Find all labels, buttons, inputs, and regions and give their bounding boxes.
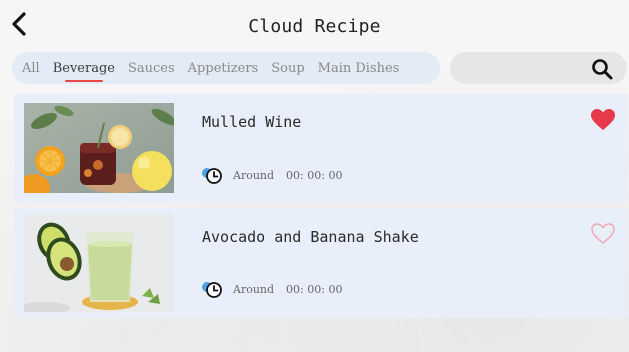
- heart-filled-icon[interactable]: [590, 108, 616, 132]
- tab-sauces[interactable]: Sauces: [128, 61, 175, 76]
- time-value: 00: 00: 00: [286, 168, 343, 182]
- recipe-card[interactable]: Mulled Wine Around 00: 00: 00: [14, 94, 628, 202]
- heart-outline-icon[interactable]: [590, 222, 616, 246]
- tab-soup[interactable]: Soup: [271, 61, 304, 76]
- top-bar: Cloud Recipe: [0, 0, 629, 52]
- tab-all[interactable]: All: [22, 61, 40, 76]
- cook-time: Around 00: 00: 00: [200, 166, 342, 184]
- search-box: [450, 52, 627, 84]
- recipe-name: Avocado and Banana Shake: [202, 228, 419, 246]
- search-input[interactable]: [464, 58, 584, 78]
- tab-beverage[interactable]: Beverage: [53, 61, 115, 82]
- recipe-image-mulled-wine: [24, 103, 174, 193]
- time-value: 00: 00: 00: [286, 282, 343, 296]
- tab-main-dishes[interactable]: Main Dishes: [318, 61, 400, 76]
- cook-time: Around 00: 00: 00: [200, 280, 342, 298]
- recipe-card[interactable]: Avocado and Banana Shake Around 00: 00: …: [14, 208, 628, 318]
- time-prefix: Around: [233, 168, 275, 182]
- clock-icon: [202, 282, 222, 298]
- tab-appetizers[interactable]: Appetizers: [188, 61, 259, 76]
- clock-icon: [202, 168, 222, 184]
- category-tabs: All Beverage Sauces Appetizers Soup Main…: [12, 52, 440, 84]
- time-prefix: Around: [233, 282, 275, 296]
- page-title: Cloud Recipe: [248, 16, 381, 37]
- search-icon[interactable]: [591, 58, 613, 80]
- recipe-name: Mulled Wine: [202, 113, 302, 131]
- recipe-image-avocado-shake: [24, 214, 174, 312]
